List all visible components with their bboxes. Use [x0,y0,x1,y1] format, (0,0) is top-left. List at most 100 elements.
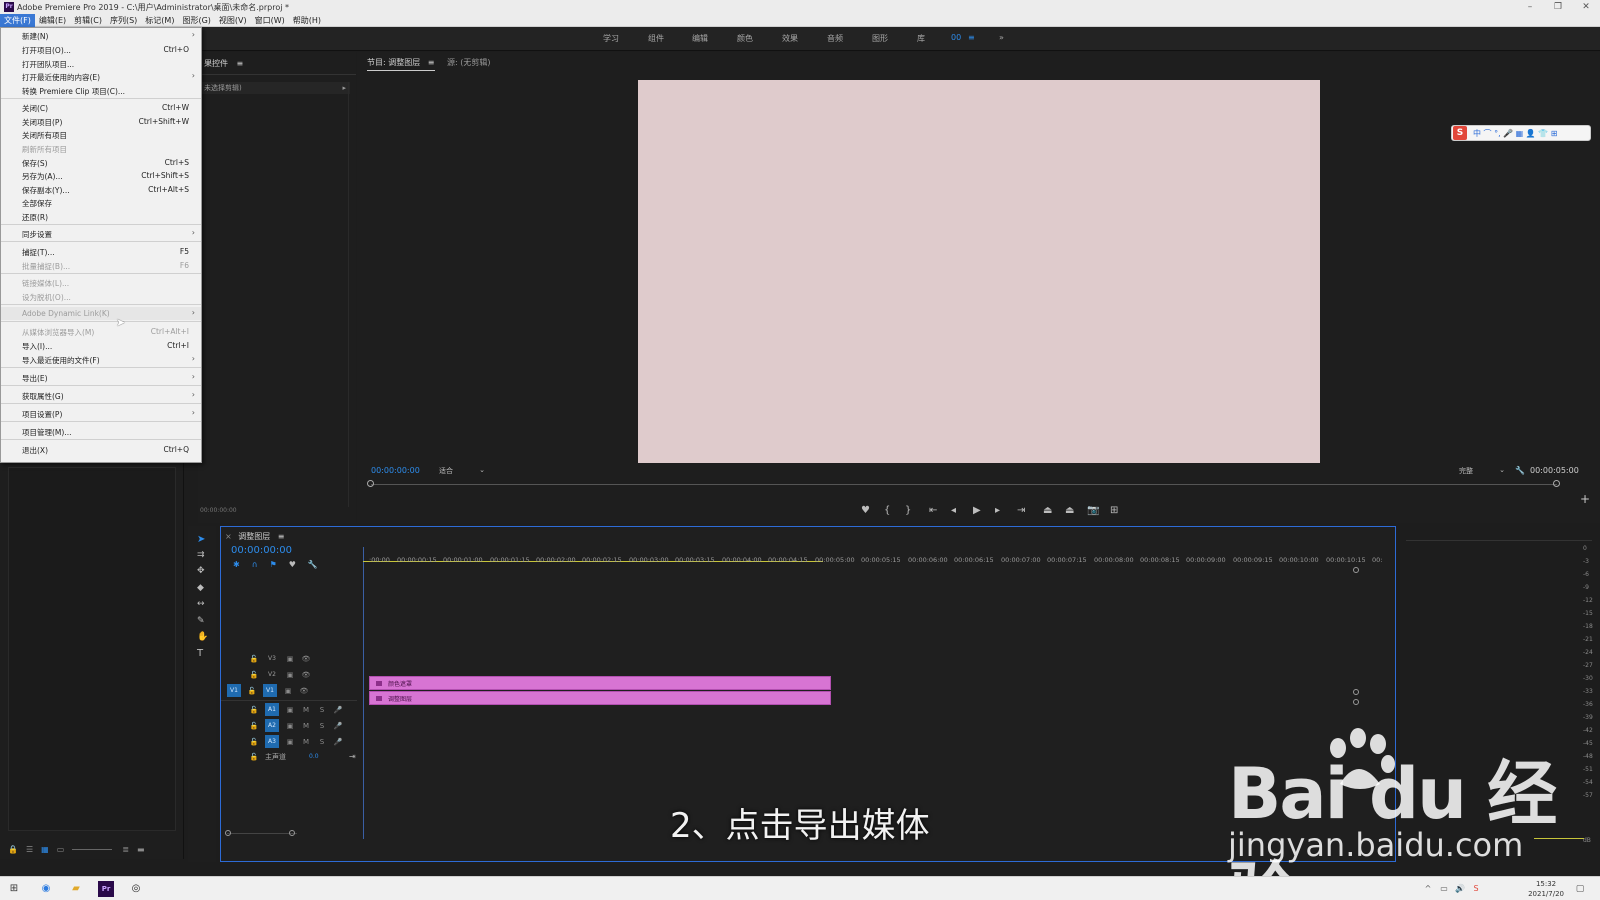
ruler-end-handle[interactable] [1553,480,1560,487]
step-forward-icon[interactable]: ▸ [995,505,1000,516]
menu-item-exit[interactable]: 退出(X) Ctrl+Q [1,443,201,456]
premiere-taskbar-icon[interactable]: Pr [98,881,114,897]
track-select-tool-icon[interactable]: ⇉ [197,550,205,560]
master-track-value[interactable]: 0.0 [309,753,349,760]
workspace-assembly[interactable]: 组件 [648,33,664,44]
sync-icon[interactable]: ▣ [285,670,295,680]
menu-item-save-as[interactable]: 另存为(A)... Ctrl+Shift+S [1,169,201,182]
solo-icon[interactable]: S [317,705,327,715]
solo-icon[interactable]: S [317,737,327,747]
ripple-edit-tool-icon[interactable]: ✥ [197,566,205,576]
playhead-line[interactable] [363,547,364,839]
maximize-button[interactable]: ❐ [1544,0,1572,14]
add-marker-icon[interactable]: ♥ [861,505,870,516]
lock-icon[interactable]: 🔓 [249,737,259,747]
menu-view[interactable]: 视图(V) [215,14,251,27]
system-clock[interactable]: 15:32 2021/7/20 [1528,879,1564,899]
menu-item-convert-clip[interactable]: 转换 Premiere Clip 项目(C)... [1,84,201,97]
clip-adjustment-layer[interactable]: 调整图层 [369,691,831,705]
pen-tool-icon[interactable]: ✎ [197,616,205,626]
panel-menu-icon[interactable]: ≡ [428,58,435,67]
menu-item-new[interactable]: 新建(N) › [1,29,201,42]
sort-icon[interactable]: ≣ [122,845,129,854]
menu-item-close-all[interactable]: 关闭所有项目 [1,128,201,141]
wrench-icon[interactable]: 🔧 [1515,466,1525,475]
snap-icon[interactable]: ∩ [252,560,258,569]
menu-sequence[interactable]: 序列(S) [106,14,141,27]
ime-status-icons[interactable]: 中 ⌒ °, 🎤 ▦ 👤 👕 ⊞ [1473,128,1558,139]
track-label[interactable]: V1 [263,684,277,697]
freeform-view-icon[interactable]: ▭ [57,845,65,854]
go-to-end-icon[interactable]: ⇥ [349,752,356,761]
menu-item-import-recent[interactable]: 导入最近使用的文件(F) › [1,353,201,366]
track-label[interactable]: V3 [265,652,279,665]
sequence-tab[interactable]: × 调整图层 ≡ [225,531,285,542]
menu-item-close-project[interactable]: 关闭项目(P) Ctrl+Shift+W [1,115,201,128]
workspace-active[interactable]: 00 [951,33,961,42]
menu-item-close[interactable]: 关闭(C) Ctrl+W [1,101,201,114]
mic-icon[interactable]: 🎤 [333,737,343,747]
icon-view-icon[interactable]: ▦ [41,845,49,854]
notification-icon[interactable]: ▢ [1572,881,1588,897]
menu-item-open-team-project[interactable]: 打开团队项目... [1,57,201,70]
horizontal-zoom-scrollbar[interactable] [227,833,297,834]
track-label[interactable]: A1 [265,703,279,716]
menu-markers[interactable]: 标记(M) [141,14,178,27]
lock-icon[interactable]: 🔓 [249,705,259,715]
mute-icon[interactable]: M [301,705,311,715]
lift-icon[interactable]: ⏏ [1043,505,1052,516]
extract-icon[interactable]: ⏏ [1065,505,1074,516]
scroll-handle[interactable] [1353,567,1359,573]
program-timecode[interactable]: 00:00:00:00 [371,466,420,475]
panel-menu-icon[interactable]: ≡ [237,59,244,68]
source-patch[interactable]: V1 [227,684,241,697]
sync-icon[interactable]: ▣ [285,737,295,747]
menu-item-open-project[interactable]: 打开项目(O)... Ctrl+O [1,43,201,56]
step-back-icon[interactable]: ◂ [951,505,956,516]
mute-icon[interactable]: M [301,737,311,747]
menu-clip[interactable]: 剪辑(C) [70,14,106,27]
solo-icon[interactable]: S [317,721,327,731]
workspace-learn[interactable]: 学习 [603,33,619,44]
sync-icon[interactable]: ▣ [285,705,295,715]
play-icon[interactable]: ▶ [973,505,981,516]
menu-item-save-copy[interactable]: 保存副本(Y)... Ctrl+Alt+S [1,183,201,196]
menu-item-open-recent[interactable]: 打开最近使用的内容(E) › [1,70,201,83]
workspace-editing[interactable]: 编辑 [692,33,708,44]
track-label[interactable]: A2 [265,719,279,732]
app-taskbar-icon[interactable]: ◎ [128,881,144,897]
new-bin-icon[interactable]: ▬ [137,845,145,854]
sync-icon[interactable]: ▣ [285,654,295,664]
eye-icon[interactable]: 👁 [301,670,311,680]
sogou-ime-icon[interactable]: S [1453,126,1467,140]
program-canvas[interactable] [638,80,1320,463]
ruler-start-handle[interactable] [367,480,374,487]
eye-icon[interactable]: 👁 [301,654,311,664]
sync-icon[interactable]: ▣ [285,721,295,731]
effect-controls-tab[interactable]: 果控件 ≡ [204,58,243,69]
source-tab[interactable]: 源: (无剪辑) [447,57,490,68]
mic-icon[interactable]: 🎤 [333,705,343,715]
windows-start-icon[interactable]: ⊞ [6,881,22,897]
button-editor-icon[interactable]: ⊞ [1110,505,1118,516]
slip-tool-icon[interactable]: ↔ [197,599,205,609]
scroll-handle[interactable] [1353,689,1359,695]
eye-icon[interactable]: 👁 [299,686,309,696]
menu-item-capture[interactable]: 捕捉(T)... F5 [1,245,201,258]
list-view-icon[interactable]: ☰ [26,845,33,854]
scroll-handle[interactable] [1353,699,1359,705]
export-frame-icon[interactable]: 📷 [1087,505,1099,516]
workspace-color[interactable]: 颜色 [737,33,753,44]
timeline-timecode[interactable]: 00:00:00:00 [231,545,292,556]
menu-item-import[interactable]: 导入(I)... Ctrl+I [1,339,201,352]
sync-icon[interactable]: ▣ [283,686,293,696]
mic-icon[interactable]: 🎤 [333,721,343,731]
track-label[interactable]: V2 [265,668,279,681]
lock-icon[interactable]: 🔒 [8,845,18,854]
menu-graphics[interactable]: 图形(G) [178,14,214,27]
zoom-slider[interactable] [72,849,113,850]
workspace-graphics[interactable]: 图形 [872,33,888,44]
menu-item-project-settings[interactable]: 项目设置(P) › [1,407,201,420]
workspace-effects[interactable]: 效果 [782,33,798,44]
type-tool-icon[interactable]: T [197,648,203,659]
